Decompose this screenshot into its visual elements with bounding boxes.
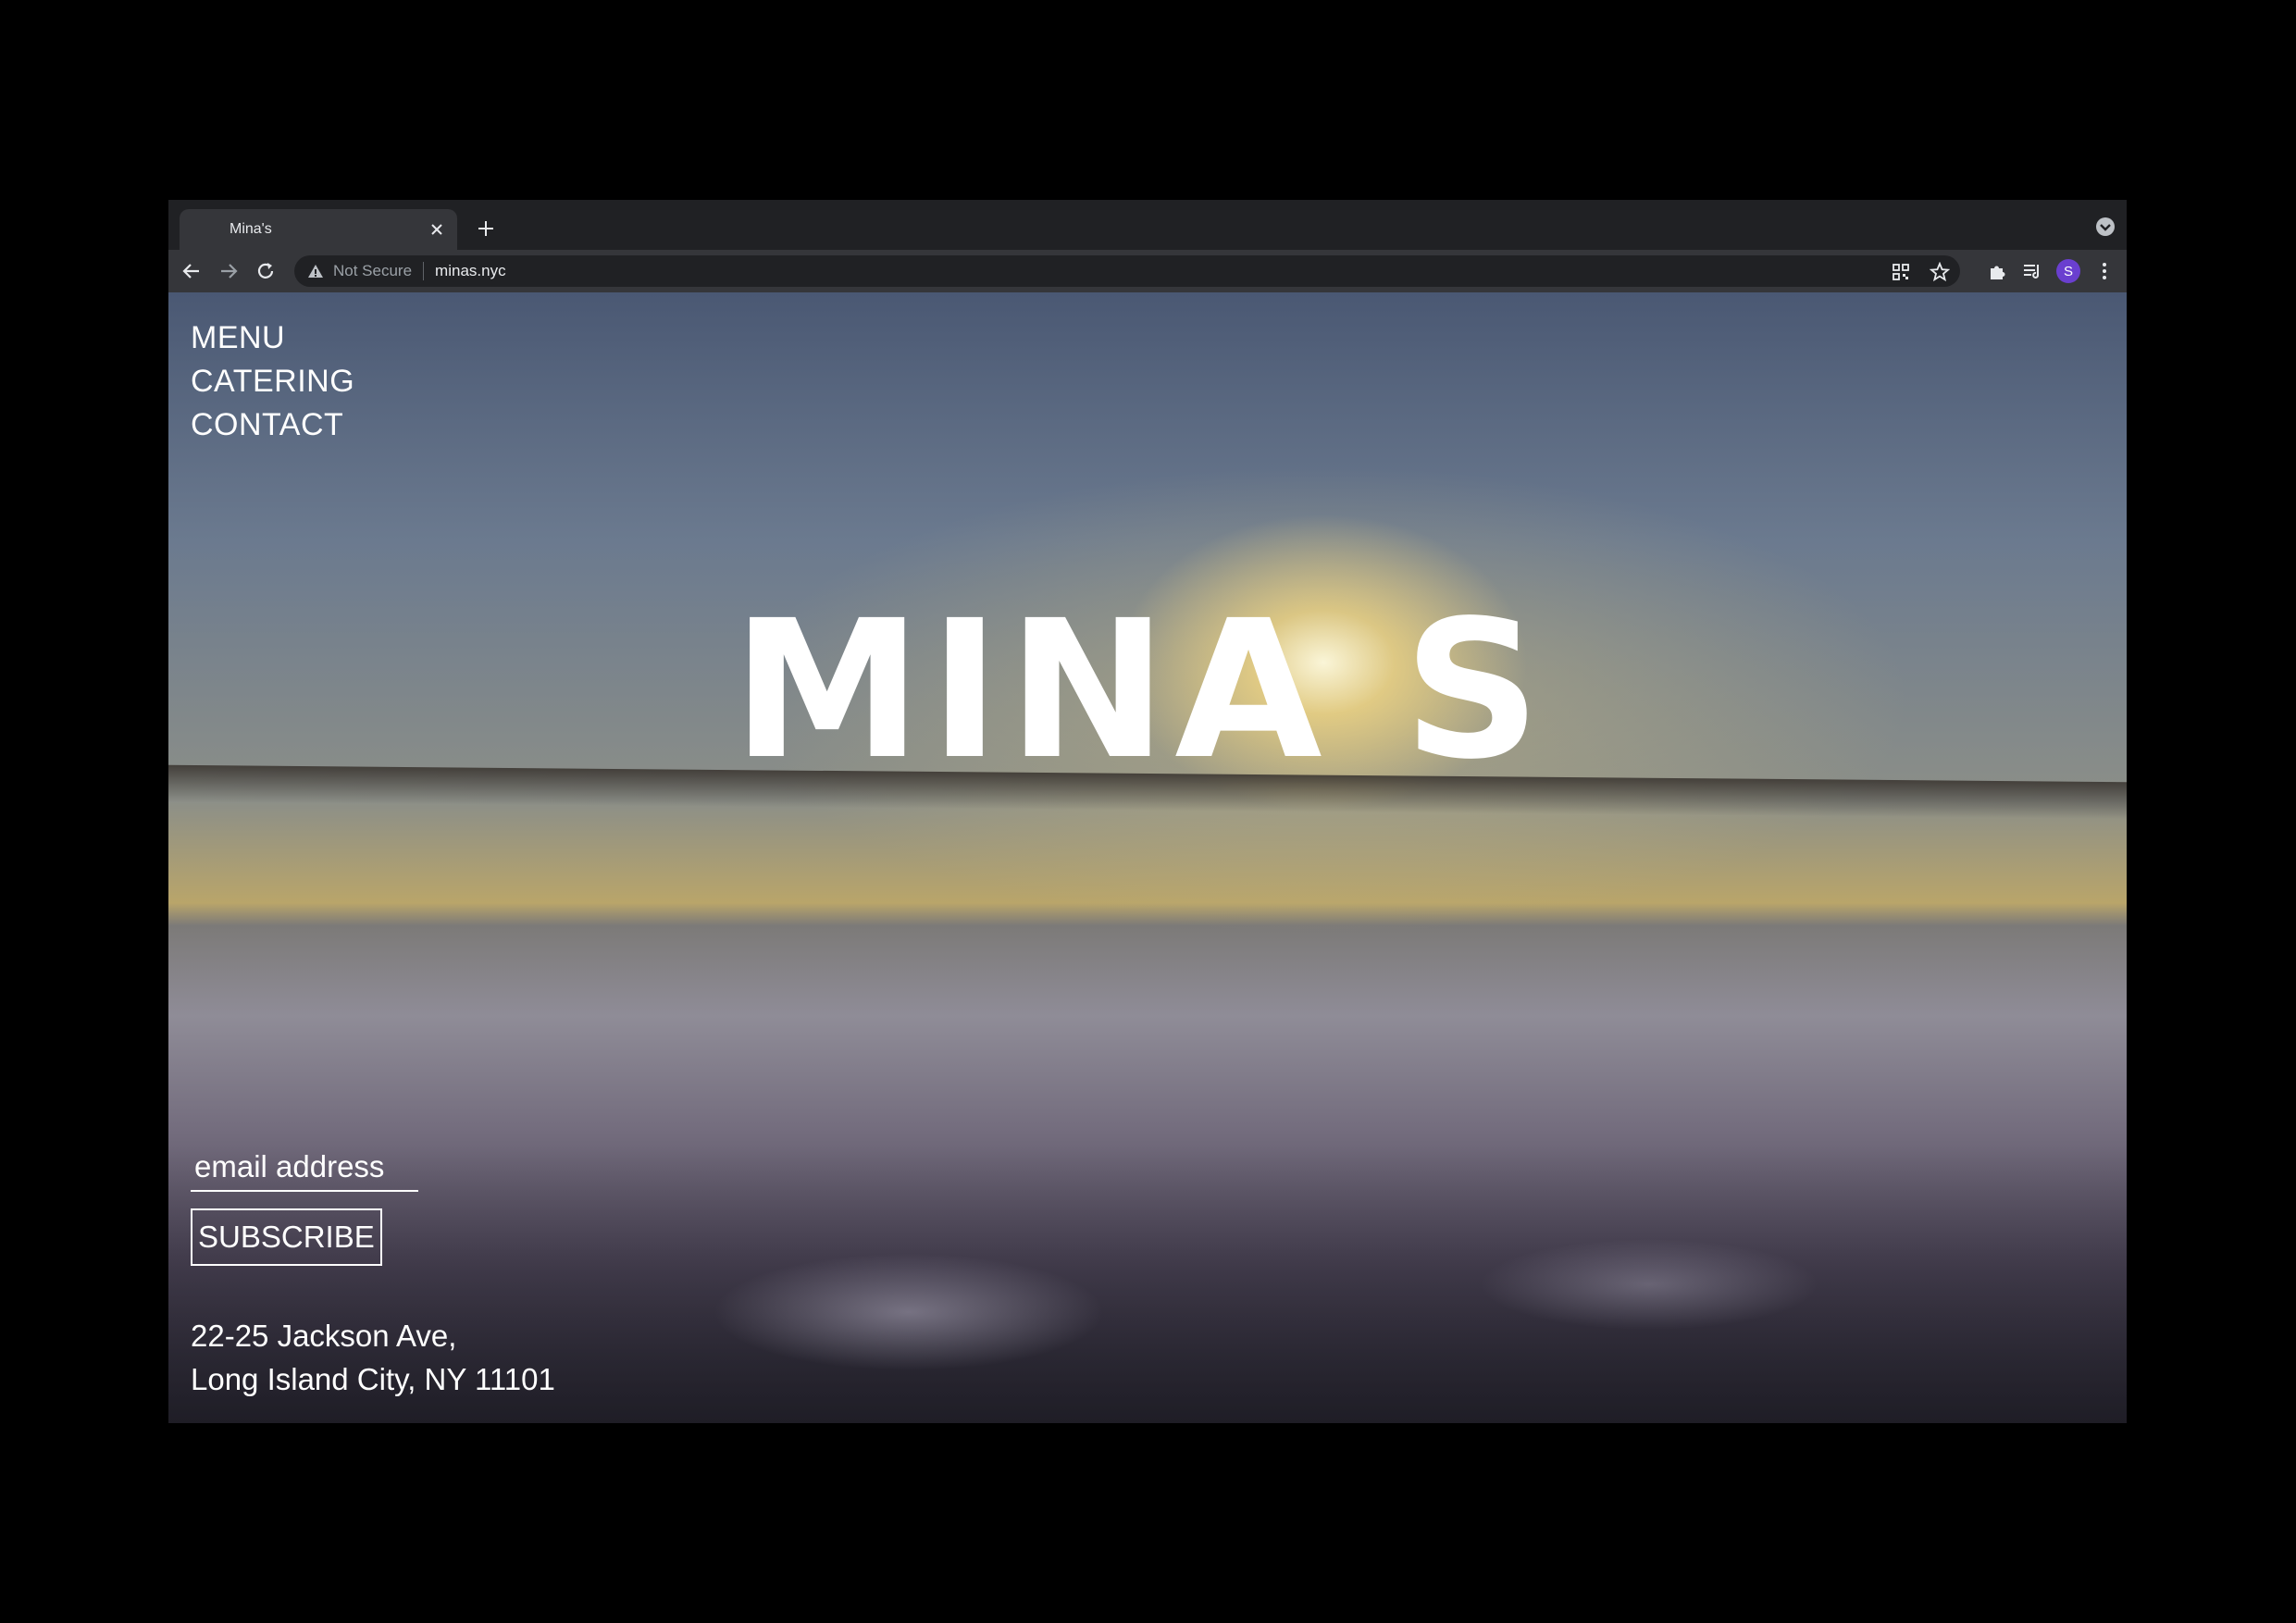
puzzle-icon[interactable]	[1986, 260, 2008, 282]
close-icon[interactable]	[426, 218, 448, 241]
subscribe-form: SUBSCRIBE	[191, 1144, 418, 1266]
kebab-menu-icon[interactable]	[2093, 260, 2116, 282]
hero-background: MENU CATERING CONTACT MINA S SUBSCRIBE 2…	[168, 292, 2127, 1423]
reload-icon[interactable]	[254, 259, 278, 283]
browser-toolbar: Not Secure minas.nyc S	[168, 250, 2127, 292]
tab-minas[interactable]: Mina's	[180, 209, 457, 250]
url-text[interactable]: minas.nyc	[435, 262, 506, 280]
subscribe-button[interactable]: SUBSCRIBE	[191, 1208, 382, 1266]
email-field[interactable]	[191, 1144, 418, 1192]
tab-search-icon[interactable]	[2095, 217, 2116, 237]
forward-arrow-icon[interactable]	[217, 259, 241, 283]
tab-title: Mina's	[230, 221, 272, 237]
reading-list-icon[interactable]	[2021, 260, 2043, 282]
address: 22-25 Jackson Ave, Long Island City, NY …	[191, 1314, 555, 1401]
address-bar[interactable]: Not Secure minas.nyc	[294, 255, 1960, 287]
nav-catering[interactable]: CATERING	[191, 360, 354, 403]
site-logo: MINA S	[732, 579, 1548, 801]
plus-icon[interactable]	[472, 215, 500, 242]
browser-window: Mina's Not Secure minas.nyc S MENU CATER…	[168, 200, 2127, 1423]
tab-strip: Mina's	[168, 200, 2127, 250]
qr-code-icon[interactable]	[1890, 261, 1912, 283]
address-line-2: Long Island City, NY 11101	[191, 1362, 555, 1396]
divider	[423, 262, 425, 280]
back-arrow-icon[interactable]	[180, 259, 204, 283]
moon-icon	[196, 219, 217, 240]
warning-icon[interactable]	[307, 263, 324, 279]
site-nav: MENU CATERING CONTACT	[191, 316, 354, 447]
address-line-1: 22-25 Jackson Ave,	[191, 1319, 457, 1353]
star-icon[interactable]	[1929, 261, 1951, 283]
avatar[interactable]: S	[2056, 259, 2080, 283]
security-label[interactable]: Not Secure	[333, 262, 412, 280]
nav-contact[interactable]: CONTACT	[191, 403, 354, 447]
nav-menu[interactable]: MENU	[191, 316, 354, 360]
